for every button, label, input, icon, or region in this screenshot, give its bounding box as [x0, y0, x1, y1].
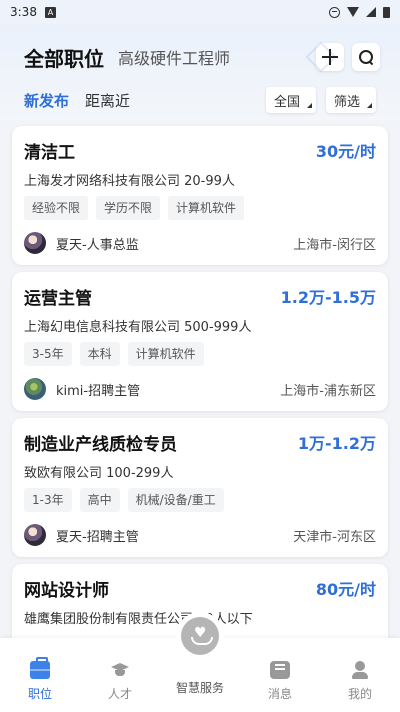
job-title: 清洁工 [24, 142, 75, 163]
job-company: 上海发才网络科技有限公司 20-99人 [24, 174, 235, 189]
region-dropdown-label: 全国 [273, 94, 300, 110]
dropdown-corner-icon [306, 103, 312, 108]
job-card[interactable]: 清洁工 30元/时 上海发才网络科技有限公司 20-99人 经验不限 学历不限 … [12, 126, 388, 265]
recruiter-name: 夏天-人事总监 [56, 237, 139, 253]
avatar [24, 232, 46, 254]
plus-icon [322, 49, 338, 65]
nav-item-talent[interactable]: 人才 [80, 661, 160, 702]
job-tag: 本科 [79, 342, 120, 366]
hands-heart-icon [191, 625, 213, 645]
chat-icon [270, 661, 290, 679]
nav-label: 职位 [27, 687, 52, 701]
job-tag: 3-5年 [24, 342, 72, 366]
wifi-icon [347, 7, 359, 17]
job-tag: 经验不限 [24, 196, 89, 220]
bottom-nav: 职位 人才 智慧服务 消息 我的 [0, 617, 400, 712]
status-time: 3:38 [10, 5, 37, 19]
job-card[interactable]: 制造业产线质检专员 1万-1.2万 致欧有限公司 100-299人 1-3年 高… [12, 418, 388, 557]
nav-label: 智慧服务 [175, 681, 224, 695]
job-title: 运营主管 [24, 288, 92, 309]
tab-senior-hardware-engineer[interactable]: 高级硬件工程师 [118, 45, 230, 69]
nav-item-smart-service[interactable]: 智慧服务 [160, 617, 240, 702]
nav-label: 我的 [347, 687, 372, 701]
job-location: 上海市-浦东新区 [280, 383, 376, 399]
signal-icon [366, 7, 376, 17]
job-tag: 高中 [79, 488, 120, 512]
job-location: 天津市-河东区 [293, 529, 376, 545]
nav-item-messages[interactable]: 消息 [240, 661, 320, 702]
job-salary: 1万-1.2万 [297, 434, 376, 453]
job-tag: 1-3年 [24, 488, 72, 512]
graduation-cap-icon [110, 661, 130, 679]
job-tag: 机械/设备/重工 [127, 488, 224, 512]
job-title: 制造业产线质检专员 [24, 434, 177, 455]
recruiter-name: 夏天-招聘主管 [56, 529, 139, 545]
nav-label: 人才 [107, 687, 132, 701]
briefcase-icon [30, 657, 50, 679]
do-not-disturb-icon [329, 6, 340, 18]
filter-dropdown-label: 筛选 [333, 94, 360, 110]
nav-label: 消息 [267, 687, 292, 701]
avatar [24, 524, 46, 546]
status-bar: 3:38 A [0, 0, 400, 24]
avatar [24, 378, 46, 400]
nav-item-me[interactable]: 我的 [320, 661, 400, 702]
user-icon [350, 661, 370, 679]
job-tag: 计算机软件 [127, 342, 204, 366]
recruiter-name: kimi-招聘主管 [56, 383, 141, 399]
region-dropdown[interactable]: 全国 [265, 87, 316, 113]
job-salary: 1.2万-1.5万 [280, 288, 376, 307]
search-button[interactable] [352, 43, 380, 71]
job-salary: 30元/时 [315, 142, 376, 161]
job-tag: 计算机软件 [168, 196, 245, 220]
notification-icon: A [44, 6, 56, 18]
job-salary: 80元/时 [315, 580, 376, 599]
filter-tab-newest[interactable]: 新发布 [24, 90, 69, 111]
job-company: 上海幻电信息科技有限公司 500-999人 [24, 320, 252, 335]
nav-item-jobs[interactable]: 职位 [0, 657, 80, 702]
filter-dropdown[interactable]: 筛选 [325, 87, 376, 113]
battery-icon [383, 6, 390, 18]
job-tag: 学历不限 [96, 196, 161, 220]
filter-tab-nearby[interactable]: 距离近 [85, 90, 130, 111]
smart-service-button[interactable] [181, 617, 219, 655]
job-location: 上海市-闵行区 [293, 237, 376, 253]
tab-all-jobs[interactable]: 全部职位 [24, 43, 104, 72]
job-title: 网站设计师 [24, 580, 109, 601]
header: 全部职位 高级硬件工程师 新发布 距离近 全国 筛选 [0, 24, 400, 120]
job-company: 致欧有限公司 100-299人 [24, 466, 174, 481]
dropdown-corner-icon [367, 103, 372, 108]
search-icon [358, 49, 374, 65]
job-card[interactable]: 运营主管 1.2万-1.5万 上海幻电信息科技有限公司 500-999人 3-5… [12, 272, 388, 411]
